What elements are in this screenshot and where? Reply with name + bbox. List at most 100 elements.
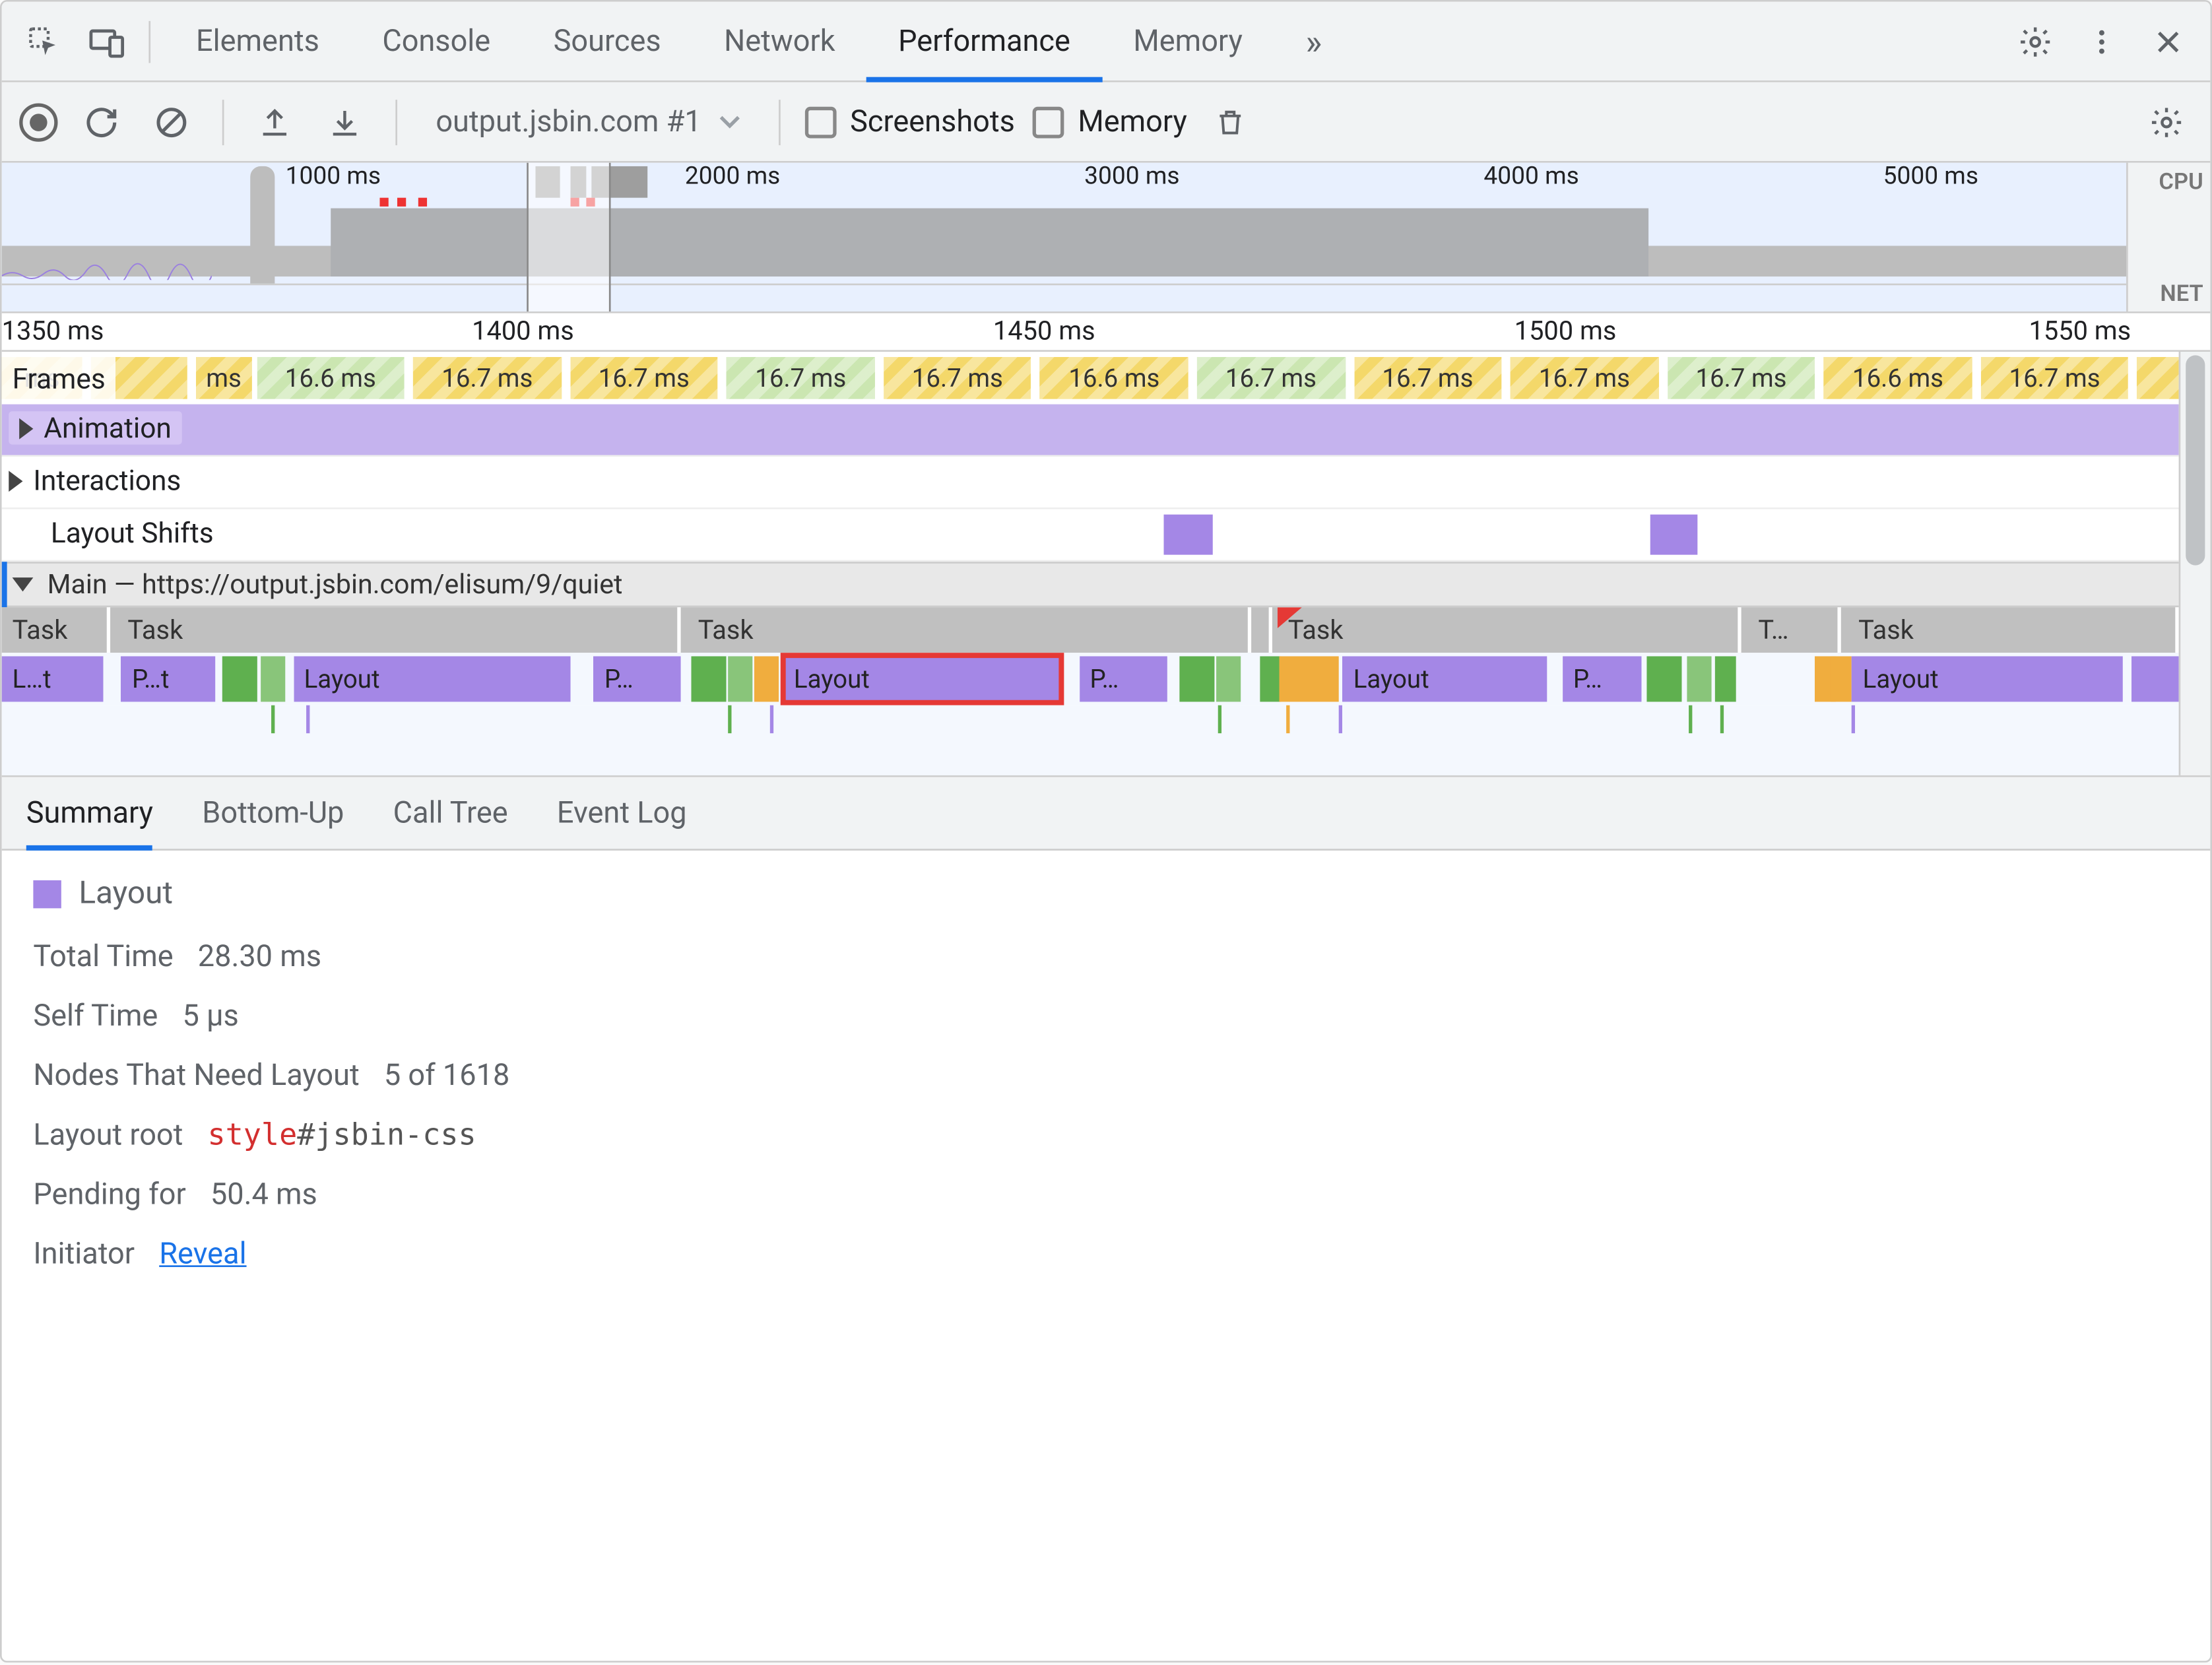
- task-block[interactable]: Task: [117, 607, 680, 653]
- divider: [778, 99, 780, 145]
- flame-tracks: Frames msms16.6 ms16.7 ms16.7 ms16.7 ms1…: [2, 352, 2211, 777]
- download-icon[interactable]: [319, 96, 372, 148]
- layout-shift-block[interactable]: [1164, 515, 1212, 555]
- tracks-scrollbar[interactable]: [2179, 352, 2211, 775]
- flame-event[interactable]: P…: [1080, 656, 1167, 702]
- expand-icon[interactable]: [19, 417, 33, 438]
- animation-row[interactable]: Animation: [2, 405, 2179, 457]
- flame-event[interactable]: L…t: [2, 656, 104, 702]
- frame-cell[interactable]: [2137, 357, 2179, 399]
- memory-label: Memory: [1078, 104, 1187, 139]
- layout-shifts-row[interactable]: Layout Shifts: [2, 509, 2179, 562]
- flame-event[interactable]: P…t: [121, 656, 215, 702]
- code-tag: style: [207, 1119, 297, 1154]
- frames-row[interactable]: Frames msms16.6 ms16.7 ms16.7 ms16.7 ms1…: [2, 352, 2179, 405]
- flame-event[interactable]: Layout: [294, 656, 570, 702]
- tab-memory[interactable]: Memory: [1102, 2, 1274, 81]
- frame-cell[interactable]: 16.7 ms: [1197, 357, 1345, 399]
- performance-toolbar: output.jsbin.com #1 Screenshots Memory: [2, 82, 2211, 163]
- task-block[interactable]: Task: [1278, 607, 1741, 653]
- flame-event[interactable]: [1179, 656, 1214, 702]
- tab-call-tree[interactable]: Call Tree: [393, 777, 508, 849]
- tab-summary[interactable]: Summary: [26, 777, 153, 849]
- layout-shift-block[interactable]: [1650, 515, 1698, 555]
- inspect-element-icon[interactable]: [16, 13, 72, 69]
- session-dropdown[interactable]: output.jsbin.com #1: [422, 97, 754, 146]
- flame-event[interactable]: [1648, 656, 1683, 702]
- flame-event[interactable]: [2131, 656, 2179, 702]
- tab-sources[interactable]: Sources: [522, 2, 692, 81]
- flame-event[interactable]: [1280, 656, 1338, 702]
- task-block[interactable]: Task: [688, 607, 1251, 653]
- frame-cell[interactable]: 16.7 ms: [570, 357, 718, 399]
- tab-bottom-up[interactable]: Bottom-Up: [202, 777, 344, 849]
- main-thread-header[interactable]: Main — https://output.jsbin.com/elisum/9…: [2, 562, 2179, 607]
- task-block[interactable]: T…: [1747, 607, 1841, 653]
- flame-event[interactable]: [222, 656, 257, 702]
- overview-strip[interactable]: 1000 ms 2000 ms 3000 ms 4000 ms 5000 ms: [2, 163, 2211, 313]
- divider: [148, 20, 150, 62]
- frame-cell[interactable]: 16.6 ms: [1040, 357, 1188, 399]
- flame-event[interactable]: [1260, 656, 1281, 702]
- flame-event[interactable]: [1687, 656, 1710, 702]
- frame-cell[interactable]: ms: [195, 357, 252, 399]
- flame-event[interactable]: [755, 656, 779, 702]
- close-icon[interactable]: [2140, 13, 2196, 69]
- tab-event-log[interactable]: Event Log: [557, 777, 687, 849]
- expand-icon[interactable]: [9, 470, 22, 491]
- clear-icon[interactable]: [145, 96, 198, 148]
- record-icon[interactable]: [19, 102, 57, 141]
- task-block[interactable]: Task: [2, 607, 111, 653]
- tab-network[interactable]: Network: [692, 2, 866, 81]
- flame-event[interactable]: P…: [1563, 656, 1641, 702]
- summary-value: 5 µs: [182, 999, 238, 1034]
- settings-gear-icon[interactable]: [2140, 96, 2193, 148]
- settings-gear-icon[interactable]: [2007, 13, 2064, 69]
- detail-ruler[interactable]: 1350 ms1400 ms1450 ms1500 ms1550 ms: [2, 313, 2211, 352]
- tab-elements[interactable]: Elements: [164, 2, 350, 81]
- frame-cell[interactable]: 16.7 ms: [1511, 357, 1658, 399]
- flame-event[interactable]: [729, 656, 752, 702]
- main-url: https://output.jsbin.com/elisum/9/quiet: [142, 569, 622, 601]
- flame-event[interactable]: P…: [594, 656, 681, 702]
- collapse-icon[interactable]: [13, 577, 34, 591]
- frame-cell[interactable]: 16.7 ms: [413, 357, 561, 399]
- screenshots-checkbox[interactable]: Screenshots: [804, 104, 1015, 139]
- kebab-menu-icon[interactable]: [2074, 13, 2130, 69]
- task-block[interactable]: [1258, 607, 1272, 653]
- scrollbar-thumb[interactable]: [2186, 355, 2205, 565]
- tab-performance[interactable]: Performance: [866, 2, 1101, 81]
- memory-checkbox[interactable]: Memory: [1032, 104, 1187, 139]
- flame-event[interactable]: [692, 656, 727, 702]
- trash-icon[interactable]: [1204, 96, 1257, 148]
- overview-net-area: [2, 284, 2126, 311]
- flame-row[interactable]: L…t P…t Layout P… Layout P… Layout P… Layout: [2, 653, 2179, 705]
- upload-icon[interactable]: [249, 96, 302, 148]
- flame-event[interactable]: Layout: [1343, 656, 1547, 702]
- flame-event[interactable]: Layout: [783, 656, 1060, 702]
- summary-value: 50.4 ms: [211, 1178, 317, 1213]
- frame-cell[interactable]: 16.6 ms: [1824, 357, 1972, 399]
- tab-console[interactable]: Console: [351, 2, 522, 81]
- reload-record-icon[interactable]: [75, 96, 128, 148]
- overview-main[interactable]: 1000 ms 2000 ms 3000 ms 4000 ms 5000 ms: [2, 163, 2126, 311]
- frame-cell[interactable]: 16.7 ms: [1667, 357, 1815, 399]
- flame-event[interactable]: [261, 656, 284, 702]
- flame-event[interactable]: [1831, 656, 1852, 702]
- interactions-row[interactable]: Interactions: [2, 457, 2179, 509]
- flame-event[interactable]: [1216, 656, 1240, 702]
- reveal-link[interactable]: Reveal: [159, 1237, 246, 1272]
- frame-cell[interactable]: 16.7 ms: [1980, 357, 2128, 399]
- tabs-overflow[interactable]: »: [1274, 2, 1353, 81]
- frame-cell[interactable]: 16.7 ms: [1353, 357, 1501, 399]
- overview-selection[interactable]: [527, 163, 612, 311]
- task-row[interactable]: TaskTaskTaskTaskT…Task: [2, 607, 2179, 653]
- task-block[interactable]: Task: [1848, 607, 2178, 653]
- device-toolbar-icon[interactable]: [79, 13, 135, 69]
- frame-cell[interactable]: 16.7 ms: [727, 357, 874, 399]
- session-label: output.jsbin.com #1: [436, 104, 701, 139]
- frame-cell[interactable]: 16.7 ms: [884, 357, 1031, 399]
- flame-event[interactable]: [1715, 656, 1737, 702]
- frame-cell[interactable]: 16.6 ms: [257, 357, 405, 399]
- flame-event[interactable]: Layout: [1852, 656, 2122, 702]
